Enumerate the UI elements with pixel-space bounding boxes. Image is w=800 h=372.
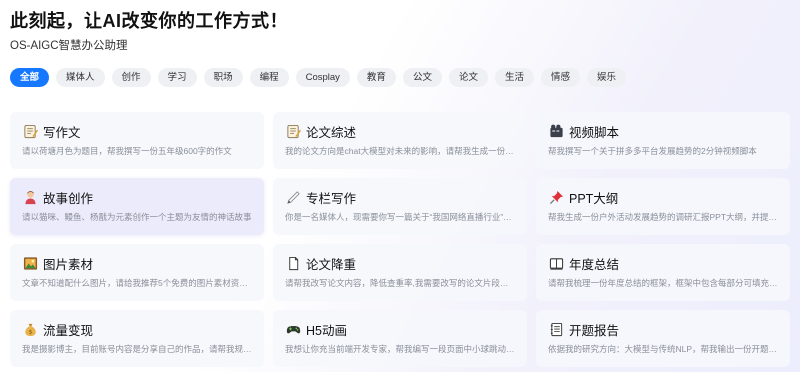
- card-description: 文章不知道配什么图片，请给我推荐5个免费的图片素材资源网…: [22, 278, 252, 288]
- card-title: 故事创作: [43, 191, 94, 206]
- card-title: 专栏写作: [306, 191, 357, 206]
- tab-cosplay[interactable]: Cosplay: [295, 68, 350, 87]
- card-title: 开题报告: [569, 323, 620, 338]
- tab-creation[interactable]: 创作: [111, 68, 151, 87]
- card-video-script[interactable]: 视频脚本 帮我撰写一个关于拼多多平台发展趋势的2分钟视频脚本: [536, 112, 790, 169]
- tab-media[interactable]: 媒体人: [56, 68, 105, 87]
- tab-education[interactable]: 教育: [356, 68, 396, 87]
- pen-icon: [285, 189, 301, 205]
- card-description: 请以猫咪、鳗鱼、杨戬为元素创作一个主题为友情的神话故事: [22, 212, 252, 222]
- game-controller-icon: [285, 321, 301, 337]
- page-subtitle: OS-AIGC智慧办公助理: [10, 40, 128, 52]
- tab-entertainment[interactable]: 娱乐: [587, 68, 627, 87]
- card-title: 论文综述: [306, 125, 357, 140]
- card-description: 帮我撰写一个关于拼多多平台发展趋势的2分钟视频脚本: [548, 146, 757, 156]
- memo-icon: [285, 123, 301, 139]
- category-tabs: 全部 媒体人 创作 学习 职场 编程 Cosplay 教育 公文 论文 生活 情…: [10, 68, 627, 87]
- notebook-icon: [548, 321, 564, 337]
- svg-text:$: $: [28, 329, 32, 335]
- card-literature-review[interactable]: 论文综述 我的论文方向是chat大模型对未来的影响，请帮我生成一份300…: [273, 112, 527, 169]
- card-title: 流量变现: [43, 323, 94, 338]
- card-description: 依据我的研究方向：大模型与传统NLP，帮我输出一份开题报告: [548, 344, 778, 354]
- card-image-assets[interactable]: 图片素材 文章不知道配什么图片，请给我推荐5个免费的图片素材资源网…: [10, 244, 264, 301]
- card-h5-animation[interactable]: H5动画 我想让你充当前端开发专家，帮我编写一段页面中小球跳动的动画: [273, 310, 527, 367]
- money-bag-icon: $: [22, 321, 38, 337]
- card-title: PPT大纲: [569, 191, 619, 206]
- card-description: 帮我生成一份户外活动发展趋势的调研汇报PPT大纲，并提供每…: [548, 212, 778, 222]
- card-annual-summary[interactable]: 年度总结 请帮我梳理一份年度总结的框架，框架中包含每部分可填充的内…: [536, 244, 790, 301]
- card-description: 我是摄影博主，目前账号内容是分享自己的作品，请帮我规划接…: [22, 344, 252, 354]
- card-description: 你是一名媒体人，现需要你写一篇关于“我国网络直播行业”的专…: [285, 212, 515, 222]
- prompt-card-grid: 写作文 请以荷塘月色为题目，帮我撰写一份五年级600字的作文 论文综述 我的论文…: [10, 112, 790, 367]
- tab-papers[interactable]: 论文: [448, 68, 488, 87]
- card-column-writing[interactable]: 专栏写作 你是一名媒体人，现需要你写一篇关于“我国网络直播行业”的专…: [273, 178, 527, 235]
- tab-official-docs[interactable]: 公文: [402, 68, 442, 87]
- book-icon: [548, 255, 564, 271]
- card-paper-rewrite[interactable]: 论文降重 请帮我改写论文内容，降低查重率,我需要改写的论文片段是Nat…: [273, 244, 527, 301]
- tab-all[interactable]: 全部: [10, 68, 50, 87]
- card-description: 请帮我改写论文内容，降低查重率,我需要改写的论文片段是Nat…: [285, 278, 515, 288]
- card-ppt-outline[interactable]: PPT大纲 帮我生成一份户外活动发展趋势的调研汇报PPT大纲，并提供每…: [536, 178, 790, 235]
- storyteller-icon: [22, 189, 38, 205]
- card-description: 我想让你充当前端开发专家，帮我编写一段页面中小球跳动的动画: [285, 344, 515, 354]
- card-title: 图片素材: [43, 257, 94, 272]
- tab-study[interactable]: 学习: [157, 68, 197, 87]
- film-icon: [548, 123, 564, 139]
- card-title: H5动画: [306, 323, 347, 338]
- tab-life[interactable]: 生活: [494, 68, 534, 87]
- tab-programming[interactable]: 编程: [249, 68, 289, 87]
- card-title: 写作文: [43, 125, 81, 140]
- card-title: 视频脚本: [569, 125, 620, 140]
- card-description: 请帮我梳理一份年度总结的框架，框架中包含每部分可填充的内…: [548, 278, 778, 288]
- page: 此刻起，让AI改变你的工作方式！ OS-AIGC智慧办公助理 全部 媒体人 创作…: [0, 0, 800, 372]
- document-icon: [285, 255, 301, 271]
- card-title: 论文降重: [306, 257, 357, 272]
- card-title: 年度总结: [569, 257, 620, 272]
- card-traffic-monetization[interactable]: $ 流量变现 我是摄影博主，目前账号内容是分享自己的作品，请帮我规划接…: [10, 310, 264, 367]
- card-description: 请以荷塘月色为题目，帮我撰写一份五年级600字的作文: [22, 146, 232, 156]
- card-story-creation[interactable]: 故事创作 请以猫咪、鳗鱼、杨戬为元素创作一个主题为友情的神话故事: [10, 178, 264, 235]
- picture-icon: [22, 255, 38, 271]
- page-title: 此刻起，让AI改变你的工作方式！: [10, 11, 288, 31]
- card-proposal-report[interactable]: 开题报告 依据我的研究方向：大模型与传统NLP，帮我输出一份开题报告: [536, 310, 790, 367]
- card-essay-writing[interactable]: 写作文 请以荷塘月色为题目，帮我撰写一份五年级600字的作文: [10, 112, 264, 169]
- tab-workplace[interactable]: 职场: [203, 68, 243, 87]
- tab-emotion[interactable]: 情感: [540, 68, 580, 87]
- pushpin-icon: [548, 189, 564, 205]
- memo-icon: [22, 123, 38, 139]
- card-description: 我的论文方向是chat大模型对未来的影响，请帮我生成一份300…: [285, 146, 515, 156]
